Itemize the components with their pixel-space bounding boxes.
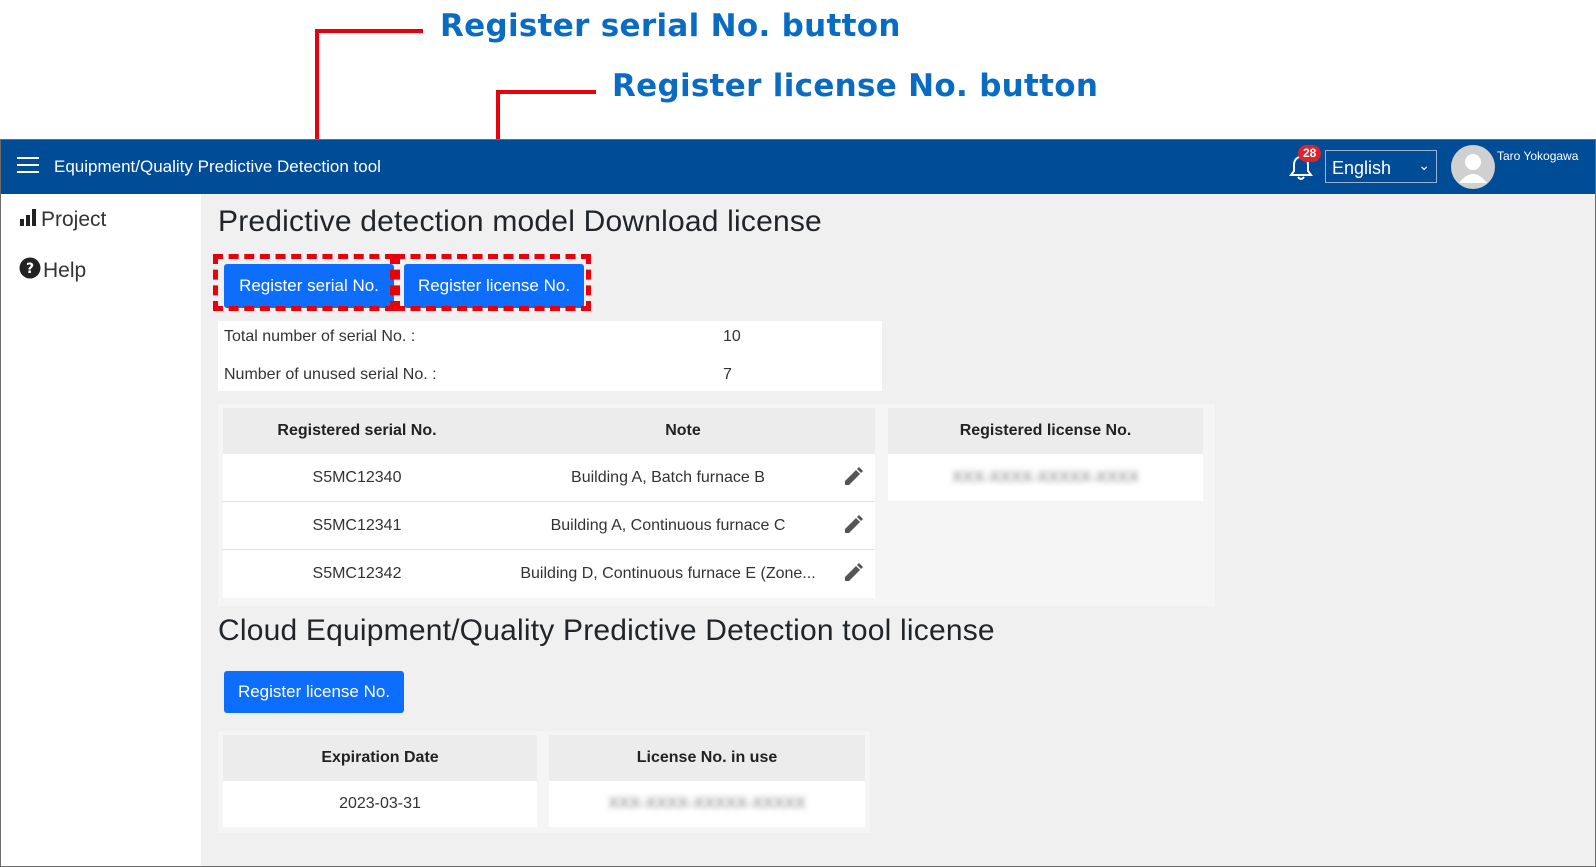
language-select[interactable]: English ⌄ (1325, 150, 1437, 183)
serial-column-header: Registered serial No. (223, 408, 491, 454)
avatar[interactable] (1451, 145, 1495, 189)
serial-cell: S5MC12340 (223, 454, 491, 501)
main-content: Predictive detection model Download lice… (201, 194, 1595, 866)
callout-register-license: Register license No. button (612, 68, 1099, 104)
cloud-license-panel: Expiration Date License No. in use 2023-… (218, 731, 870, 833)
language-value: English (1332, 158, 1392, 178)
serial-stats-panel: Total number of serial No. : 10 Number o… (218, 321, 882, 391)
note-cell: Building A, Batch furnace B (491, 454, 875, 501)
note-text: Building A, Batch furnace B (571, 468, 765, 486)
sidebar: Project ? Help (1, 194, 201, 866)
chevron-down-icon: ⌄ (1418, 157, 1430, 173)
top-bar: Equipment/Quality Predictive Detection t… (1, 140, 1595, 194)
unused-serial-label: Number of unused serial No. : (224, 366, 437, 383)
unused-serial-value: 7 (723, 366, 732, 383)
license-in-use-cell: XXX-XXXX-XXXXX-XXXXX (549, 781, 865, 827)
total-serial-label: Total number of serial No. : (224, 328, 416, 345)
sidebar-item-label: Project (41, 208, 107, 231)
edit-note-icon[interactable] (842, 562, 864, 584)
serial-cell: S5MC12342 (223, 550, 491, 598)
cloud-license-heading: Cloud Equipment/Quality Predictive Detec… (218, 614, 995, 647)
serial-license-tables-panel: Registered serial No. Note S5MC12340 Bui… (218, 404, 1215, 606)
note-text: Building D, Continuous furnace E (Zone..… (520, 565, 816, 582)
registered-license-header: Registered license No. (888, 408, 1203, 454)
note-cell: Building D, Continuous furnace E (Zone..… (491, 550, 875, 598)
question-circle-icon: ? (19, 257, 41, 285)
notification-badge: 28 (1298, 145, 1322, 162)
sidebar-item-label: Help (43, 259, 87, 282)
serial-cell: S5MC12341 (223, 502, 491, 549)
user-name: Taro Yokogawa (1497, 149, 1579, 163)
sidebar-item-help[interactable]: ? Help (19, 257, 86, 285)
svg-text:?: ? (26, 261, 34, 277)
callout-register-serial: Register serial No. button (440, 8, 901, 44)
hamburger-menu-icon[interactable] (17, 157, 39, 175)
highlight-register-license (395, 254, 591, 311)
app-window: Equipment/Quality Predictive Detection t… (0, 139, 1596, 867)
note-column-header: Note (491, 408, 875, 454)
highlight-register-serial (213, 254, 395, 311)
license-in-use-blurred: XXX-XXXX-XXXXX-XXXXX (608, 795, 806, 812)
download-license-heading: Predictive detection model Download lice… (218, 205, 822, 238)
callout-line-serial-h (315, 29, 423, 33)
edit-note-icon[interactable] (842, 514, 864, 536)
license-value-blurred: XXX-XXXX-XXXXX-XXXX (952, 468, 1139, 486)
edit-note-icon[interactable] (842, 466, 864, 488)
note-cell: Building A, Continuous furnace C (491, 502, 875, 549)
license-cell: XXX-XXXX-XXXXX-XXXX (888, 454, 1203, 501)
expiration-date-cell: 2023-03-31 (223, 781, 537, 827)
sidebar-item-project[interactable]: Project (19, 207, 106, 233)
license-in-use-header: License No. in use (549, 735, 865, 781)
cloud-register-license-button[interactable]: Register license No. (224, 671, 404, 713)
total-serial-value: 10 (723, 328, 741, 345)
expiration-date-header: Expiration Date (223, 735, 537, 781)
bar-chart-icon (19, 207, 39, 233)
app-title: Equipment/Quality Predictive Detection t… (54, 157, 381, 176)
note-text: Building A, Continuous furnace C (550, 516, 786, 534)
callout-line-license-h (496, 90, 596, 94)
